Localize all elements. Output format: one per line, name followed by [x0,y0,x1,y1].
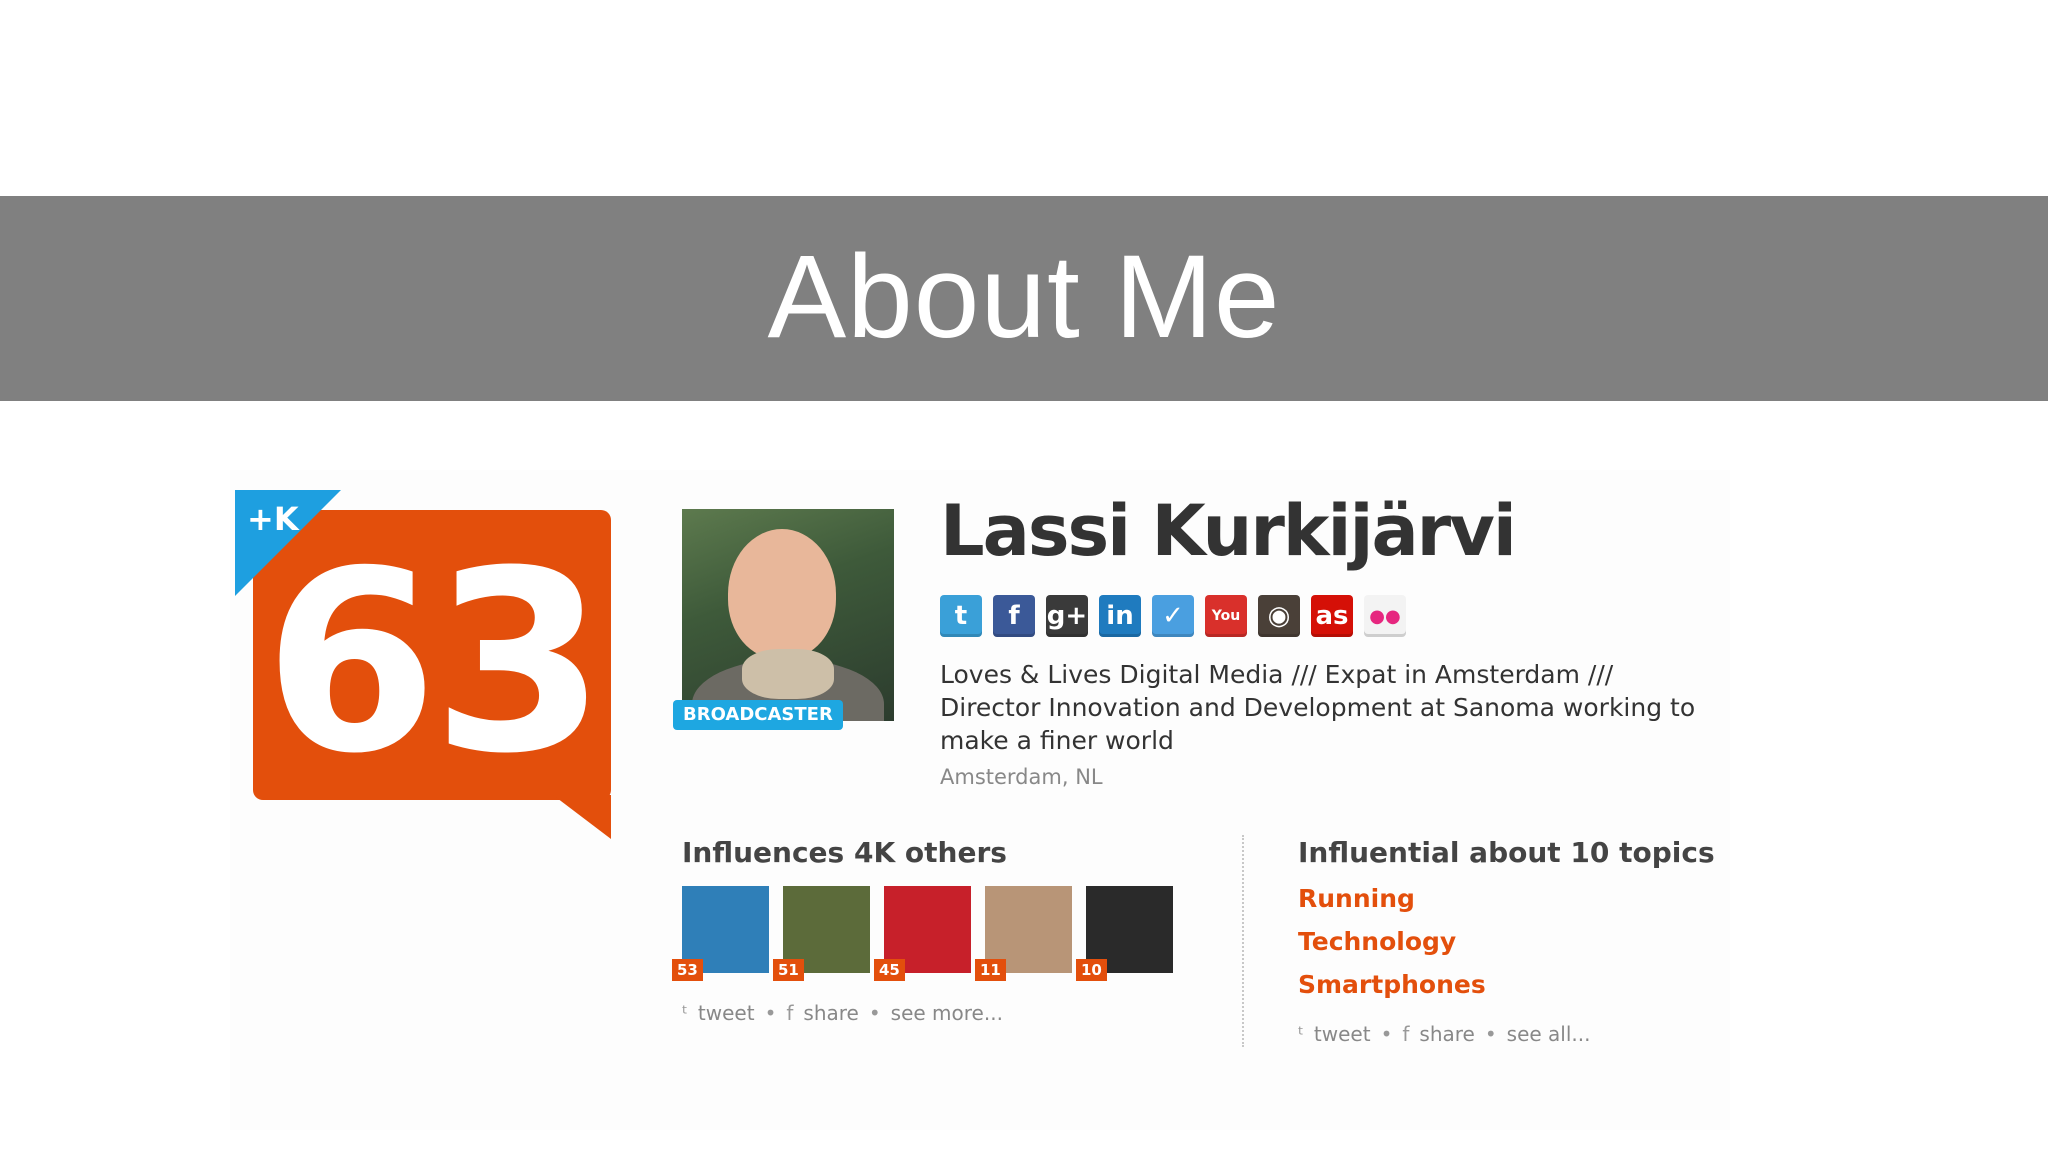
influenced-user[interactable]: 10 [1076,886,1173,981]
linkedin-icon[interactable]: in [1099,595,1141,637]
google-plus-icon[interactable]: g+ [1046,595,1088,637]
klout-score-badge: 63 +K [235,490,615,840]
facebook-share-icon: f [786,1001,794,1025]
lastfm-icon[interactable]: as [1311,595,1353,637]
user-name: Lassi Kurkijärvi [940,490,1517,572]
share-link[interactable]: share [1419,1022,1474,1046]
see-more-link[interactable]: see more... [891,1001,1003,1025]
user-score-badge: 53 [672,959,703,981]
user-score-badge: 10 [1076,959,1107,981]
influenced-user[interactable]: 53 [672,886,769,981]
youtube-icon[interactable]: You [1205,595,1247,637]
location: Amsterdam, NL [940,765,1103,789]
plus-k-label[interactable]: +K [247,500,299,538]
topic-item[interactable]: Technology [1298,927,1456,956]
topic-item[interactable]: Smartphones [1298,970,1486,999]
influences-title: Influences 4K others [682,836,1007,869]
share-link[interactable]: share [803,1001,858,1025]
instagram-icon[interactable]: ◉ [1258,595,1300,637]
tweet-icon: ᵗ [682,1001,688,1025]
flickr-icon[interactable]: ●● [1364,595,1406,637]
tweet-link[interactable]: tweet [698,1001,755,1025]
twitter-icon[interactable]: t [940,595,982,637]
broadcaster-badge: BROADCASTER [673,700,843,730]
section-divider [1242,835,1244,1047]
topics-share-row: ᵗ tweet • f share • see all... [1298,1022,1591,1046]
tweet-icon: ᵗ [1298,1022,1304,1046]
title-banner: About Me [0,196,2048,401]
influenced-user[interactable]: 45 [874,886,971,981]
slide-title: About Me [767,230,1281,363]
social-network-icons: t f g+ in ✓ You ◉ as ●● [940,595,1406,637]
score-value: 63 [264,516,606,808]
influenced-users: 53 51 45 11 10 [672,886,1173,981]
foursquare-icon[interactable]: ✓ [1152,595,1194,637]
user-score-badge: 51 [773,959,804,981]
see-all-link[interactable]: see all... [1507,1022,1591,1046]
influenced-user[interactable]: 51 [773,886,870,981]
facebook-share-icon: f [1402,1022,1410,1046]
tweet-link[interactable]: tweet [1314,1022,1371,1046]
topic-item[interactable]: Running [1298,884,1415,913]
influences-share-row: ᵗ tweet • f share • see more... [682,1001,1003,1025]
user-score-badge: 45 [874,959,905,981]
user-score-badge: 11 [975,959,1006,981]
avatar[interactable] [682,509,894,721]
facebook-icon[interactable]: f [993,595,1035,637]
topics-title: Influential about 10 topics [1298,836,1715,869]
bio-text: Loves & Lives Digital Media /// Expat in… [940,660,1696,755]
influenced-user[interactable]: 11 [975,886,1072,981]
